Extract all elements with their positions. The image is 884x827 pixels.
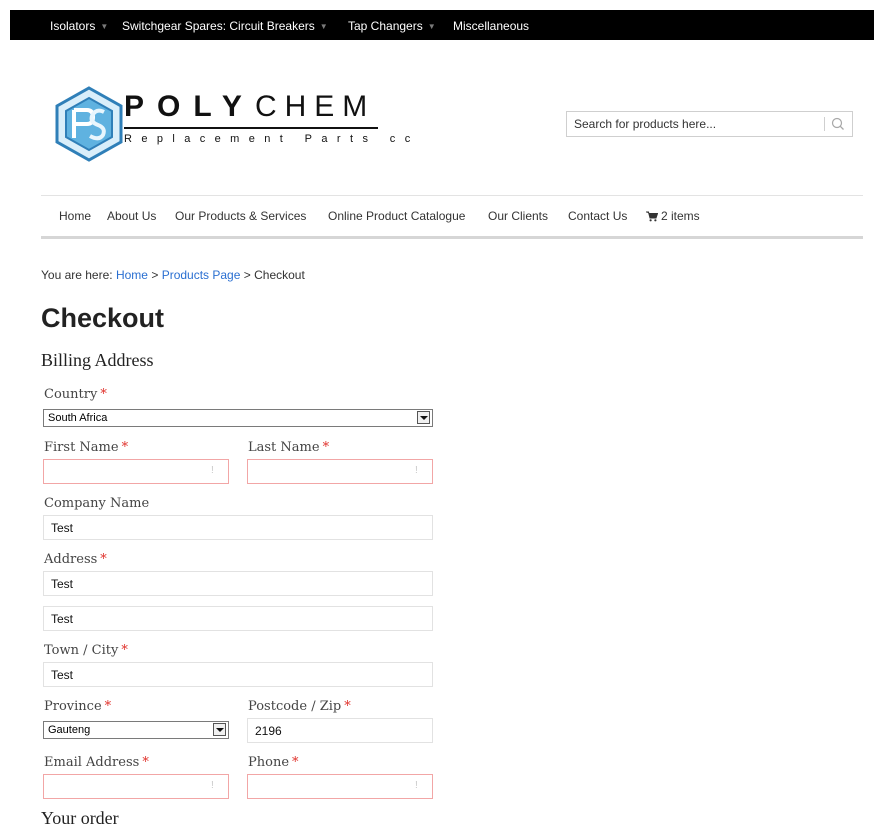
breadcrumb-link-home[interactable]: Home [116,268,148,282]
topbar-item-label: Miscellaneous [453,19,530,33]
breadcrumb-current: Checkout [254,268,305,282]
search-input[interactable] [567,112,817,136]
address-label-text: Address [44,552,98,567]
company-name-label: Company Name [44,496,150,511]
address-line1-input[interactable] [43,571,433,596]
cart-count-label: 2 items [661,209,700,223]
required-marker: * [344,699,351,714]
email-input[interactable] [43,774,229,799]
topbar-item-tap-changers[interactable]: Tap Changers ▼ [348,10,436,40]
province-select[interactable]: Gauteng [43,721,229,739]
topbar-item-isolators[interactable]: Isolators ▼ [50,10,108,40]
phone-label-text: Phone [248,755,290,770]
topbar-item-switchgear[interactable]: Switchgear Spares: Circuit Breakers ▼ [122,10,328,40]
province-label: Province * [44,699,111,714]
required-marker: * [104,699,112,714]
topbar-item-miscellaneous[interactable]: Miscellaneous [453,10,529,40]
your-order-title: Your order [41,808,119,827]
breadcrumb-separator: > [151,268,159,282]
caret-down-icon: ▼ [100,22,109,31]
required-marker: * [100,387,107,402]
country-label-text: Country [44,387,98,402]
first-name-label: First Name * [44,440,128,455]
phone-label: Phone * [248,755,299,770]
province-label-text: Province [44,699,102,714]
required-marker: * [292,755,299,770]
country-label: Country * [44,387,107,402]
breadcrumb: You are here: Home > Products Page > Che… [41,268,305,282]
breadcrumb-prefix: You are here: [41,268,113,282]
page-title: Checkout [41,303,165,333]
cart-icon [646,211,658,222]
logo-word-bold: POLY [124,90,255,123]
phone-input[interactable] [247,774,433,799]
postcode-label: Postcode / Zip * [248,699,351,714]
caret-down-icon: ▼ [427,22,436,31]
breadcrumb-separator: > [243,268,251,282]
town-city-label: Town / City * [44,643,128,658]
required-marker: * [142,755,149,770]
town-city-label-text: Town / City [44,643,119,658]
required-marker: * [121,440,129,455]
required-marker: * [322,440,330,455]
country-select[interactable]: South Africa [43,409,433,427]
nav-item-our-clients[interactable]: Our Clients [488,209,548,223]
nav-item-online-catalogue[interactable]: Online Product Catalogue [328,209,465,223]
site-logo[interactable]: POLYCHEM Replacement Parts cc [54,86,410,166]
nav-item-about-us[interactable]: About Us [107,209,156,223]
postcode-input[interactable] [247,718,433,743]
nav-item-home[interactable]: Home [59,209,91,223]
search-icon[interactable] [829,116,847,132]
logo-tagline: Replacement Parts cc [124,133,420,145]
top-category-bar: Isolators ▼ Switchgear Spares: Circuit Br… [10,10,874,40]
address-line2-input[interactable] [43,606,433,631]
email-label: Email Address * [44,755,149,770]
postcode-label-text: Postcode / Zip [248,699,342,714]
dropdown-arrow-icon[interactable] [213,723,226,736]
topbar-item-label: Tap Changers [348,19,423,33]
nav-top-divider [41,195,863,196]
logo-underline [124,127,378,129]
required-marker: * [121,643,128,658]
address-label: Address * [44,552,107,567]
last-name-label: Last Name * [248,440,329,455]
country-selected-value: South Africa [48,412,108,424]
logo-wordmark: POLYCHEM [124,90,375,124]
first-name-input[interactable] [43,459,229,484]
dropdown-arrow-icon[interactable] [417,411,430,424]
nav-cart[interactable]: 2 items [646,209,700,223]
nav-item-contact-us[interactable]: Contact Us [568,209,627,223]
invalid-field-icon: ! [211,465,214,476]
caret-down-icon: ▼ [319,22,328,31]
topbar-item-label: Switchgear Spares: Circuit Breakers [122,19,315,33]
last-name-label-text: Last Name [248,440,320,455]
topbar-item-label: Isolators [50,19,96,33]
breadcrumb-link-products[interactable]: Products Page [162,268,241,282]
billing-address-title: Billing Address [41,350,154,370]
province-selected-value: Gauteng [48,724,91,736]
email-label-text: Email Address [44,755,140,770]
last-name-input[interactable] [247,459,433,484]
required-marker: * [100,552,107,567]
first-name-label-text: First Name [44,440,119,455]
nav-item-products-services[interactable]: Our Products & Services [175,209,306,223]
logo-hexagon-icon [55,86,123,162]
nav-bottom-divider [41,236,863,239]
search-box [566,111,853,137]
company-name-input[interactable] [43,515,433,540]
invalid-field-icon: ! [211,780,214,791]
invalid-field-icon: ! [415,780,418,791]
logo-word-thin: CHEM [254,90,376,123]
town-city-input[interactable] [43,662,433,687]
search-divider [824,117,825,131]
invalid-field-icon: ! [415,465,418,476]
